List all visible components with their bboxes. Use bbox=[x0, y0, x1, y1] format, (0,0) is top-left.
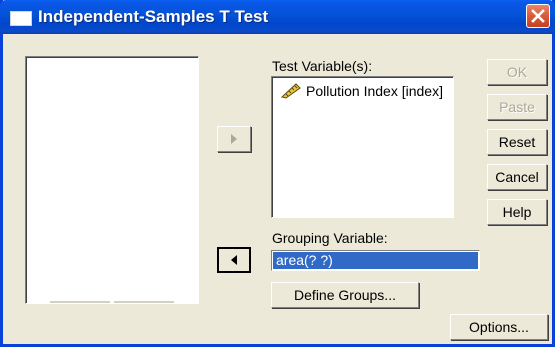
dialog-window: Independent-Samples T Test Test Variable… bbox=[0, 0, 555, 347]
move-grouping-variable-button[interactable] bbox=[217, 247, 251, 273]
define-groups-button[interactable]: Define Groups... bbox=[271, 282, 419, 308]
grouping-variable-label: Grouping Variable: bbox=[272, 230, 388, 246]
help-button[interactable]: Help bbox=[487, 199, 547, 225]
dialog-window-icon bbox=[10, 11, 32, 26]
cancel-button[interactable]: Cancel bbox=[487, 164, 547, 190]
grouping-variable-value: area(? ?) bbox=[273, 252, 478, 269]
grouping-variable-field[interactable]: area(? ?) bbox=[271, 250, 480, 271]
window-title: Independent-Samples T Test bbox=[38, 7, 269, 26]
close-icon bbox=[531, 9, 545, 23]
move-to-test-variables-button[interactable] bbox=[217, 126, 251, 152]
options-button[interactable]: Options... bbox=[450, 314, 548, 340]
paste-button[interactable]: Paste bbox=[487, 94, 547, 120]
test-variables-label: Test Variable(s): bbox=[272, 58, 373, 74]
close-button[interactable] bbox=[526, 4, 550, 28]
ruler-scale-icon bbox=[280, 83, 301, 99]
move-left-arrow-icon bbox=[231, 255, 237, 265]
reset-button[interactable]: Reset bbox=[487, 129, 547, 155]
source-variable-list[interactable] bbox=[25, 56, 199, 304]
move-right-arrow-icon bbox=[231, 134, 237, 144]
ok-button[interactable]: OK bbox=[487, 59, 547, 85]
test-variables-list[interactable]: Pollution Index [index] bbox=[271, 76, 454, 218]
list-item[interactable]: Pollution Index [index] bbox=[280, 83, 443, 99]
title-bar[interactable]: Independent-Samples T Test bbox=[0, 0, 555, 34]
list-divider bbox=[50, 301, 110, 303]
list-divider bbox=[114, 301, 174, 303]
test-variable-label: Pollution Index [index] bbox=[306, 83, 443, 99]
